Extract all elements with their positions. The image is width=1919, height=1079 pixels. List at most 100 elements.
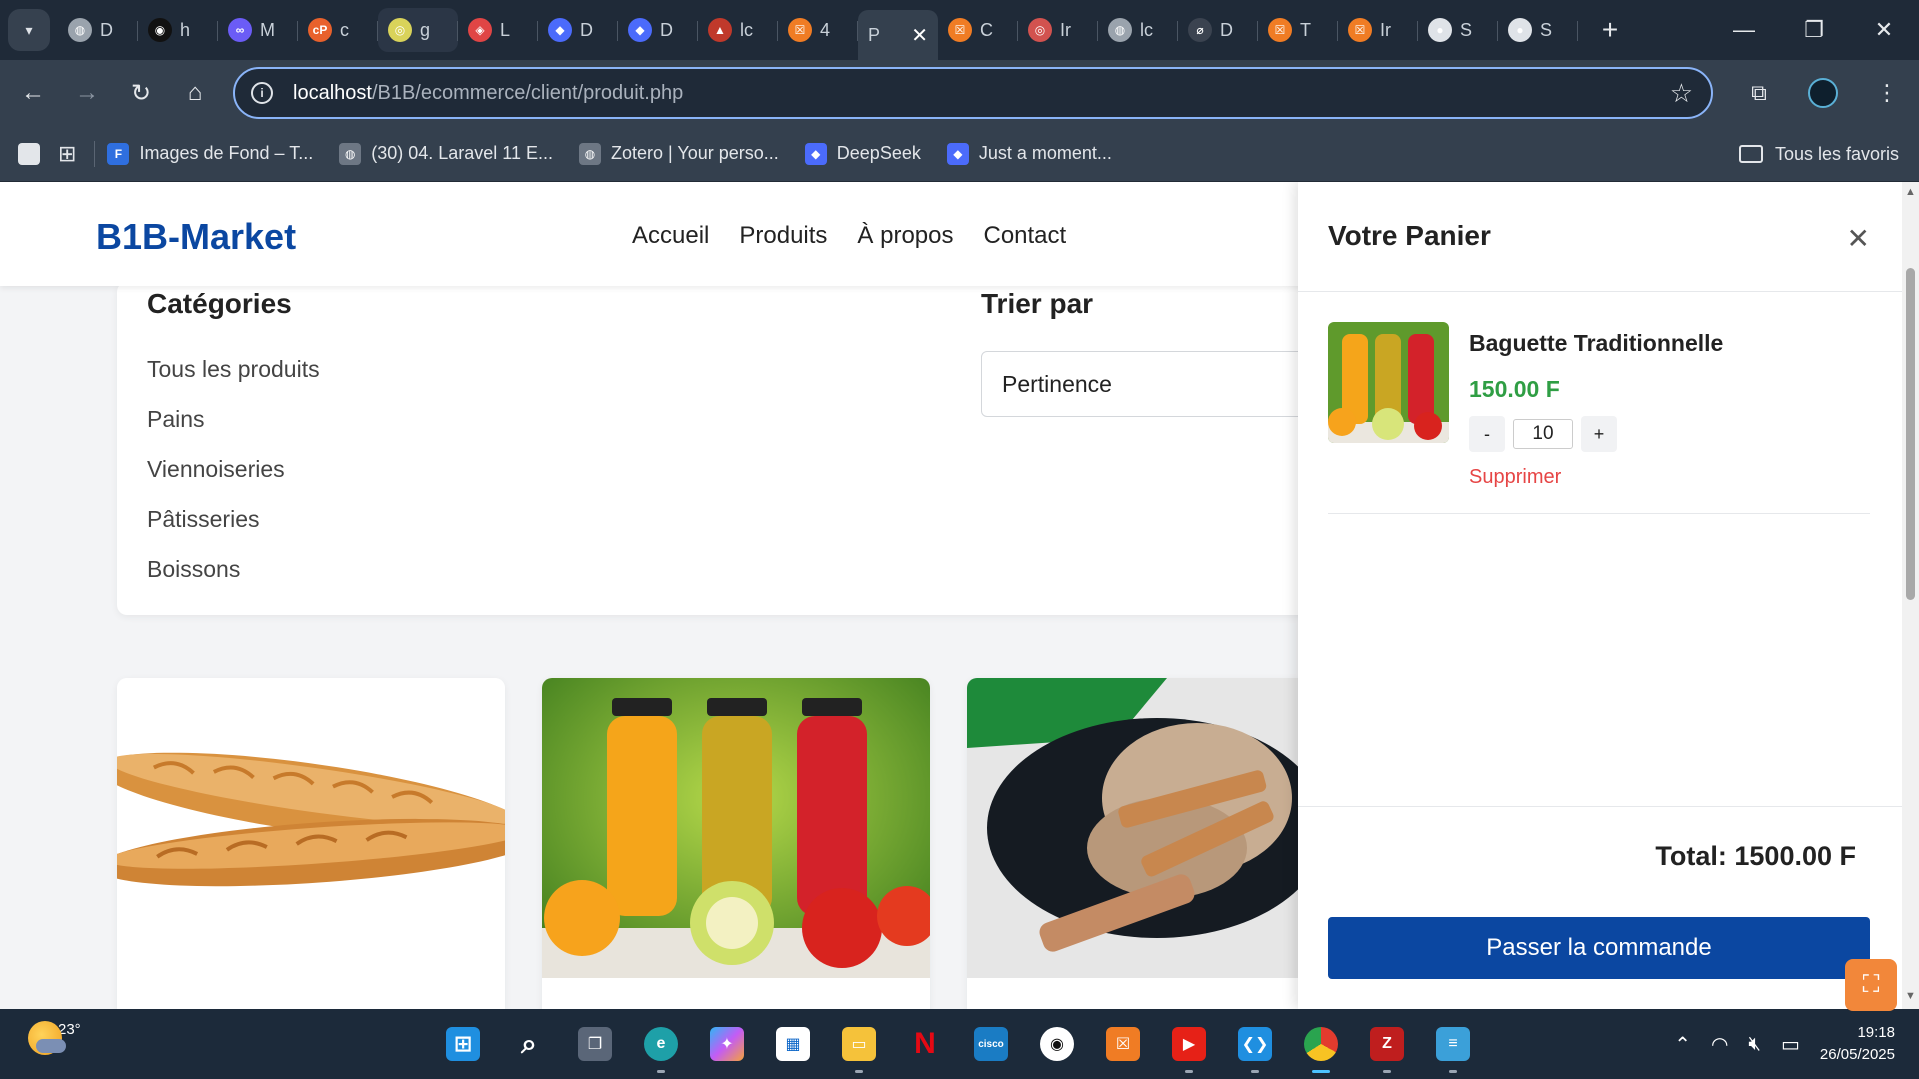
address-bar[interactable]: i localhost/B1B/ecommerce/client/produit…	[233, 67, 1713, 119]
volume-muted-icon[interactable]: 🔇︎	[1748, 1033, 1761, 1056]
tab-favicon-icon: ◍	[1108, 18, 1132, 42]
taskbar-github[interactable]: ◉	[1034, 1021, 1080, 1067]
wifi-icon[interactable]: ◠	[1711, 1032, 1728, 1057]
bookmark-favicon-icon: ◆	[946, 142, 969, 165]
tab-search-button[interactable]: ▾	[8, 9, 50, 51]
browser-tab[interactable]: ◍ D	[58, 8, 138, 52]
weather-icon	[28, 1021, 66, 1055]
start-button[interactable]: ⊞	[440, 1021, 486, 1067]
clock-time: 19:18	[1857, 1024, 1895, 1041]
taskbar-copilot[interactable]: ✦	[704, 1021, 750, 1067]
taskbar-chrome[interactable]	[1298, 1021, 1344, 1073]
nav-contact[interactable]: Contact	[983, 222, 1066, 250]
main-nav: Accueil Produits À propos Contact	[632, 222, 1066, 250]
menu-dots-icon[interactable]: ⋮	[1855, 80, 1919, 106]
back-arrow-icon[interactable]: ←	[6, 79, 60, 107]
home-icon[interactable]: ⌂	[168, 79, 222, 107]
tab-favicon-icon: ◈	[468, 18, 492, 42]
taskbar-notepad[interactable]: ≡	[1430, 1021, 1476, 1073]
browser-tab[interactable]: ⌀ D	[1178, 8, 1258, 52]
browser-tab[interactable]: ◍ lc	[1098, 8, 1178, 52]
nav-a-propos[interactable]: À propos	[857, 222, 953, 250]
remove-item-link[interactable]: Supprimer	[1469, 466, 1561, 489]
folder-icon	[1738, 145, 1763, 163]
bookmark-item[interactable]: F Images de Fond – T...	[107, 142, 313, 165]
increase-quantity-button[interactable]: +	[1581, 416, 1617, 452]
bookmark-item[interactable]: ◆ Just a moment...	[946, 142, 1112, 165]
taskbar-netflix[interactable]: N	[902, 1021, 948, 1067]
reload-icon[interactable]: ↻	[114, 79, 168, 108]
page-scrollbar[interactable]: ▲ ▼	[1902, 182, 1919, 1009]
browser-tab[interactable]: ◎ Ir	[1018, 8, 1098, 52]
vscode-icon: ❮❯	[1238, 1027, 1272, 1061]
screenshot-tool-icon[interactable]: ⛶	[1845, 959, 1897, 1011]
browser-tab[interactable]: ◆ D	[538, 8, 618, 52]
url-text[interactable]: localhost/B1B/ecommerce/client/produit.p…	[293, 82, 683, 105]
browser-tab[interactable]: ● S	[1418, 8, 1498, 52]
bookmark-item[interactable]: ◆ DeepSeek	[804, 142, 921, 165]
browser-tab[interactable]: ∞ M	[218, 8, 298, 52]
forward-arrow-icon[interactable]: →	[60, 79, 114, 107]
weather-widget[interactable]: 23°	[28, 1021, 81, 1055]
browser-tab[interactable]: ◎ g	[378, 8, 458, 52]
task-view-button[interactable]: ❐	[572, 1021, 618, 1067]
close-tab-icon[interactable]: ✕	[911, 23, 928, 48]
web-page: B1B-Market Accueil Produits À propos Con…	[0, 182, 1919, 1009]
bookmark-item[interactable]: ◍ Zotero | Your perso...	[579, 142, 779, 165]
tray-expand-icon[interactable]: ⌃	[1674, 1032, 1691, 1057]
site-logo[interactable]: B1B-Market	[96, 216, 296, 258]
all-bookmarks-folder[interactable]: Tous les favoris	[1738, 126, 1899, 182]
scroll-up-icon[interactable]: ▲	[1905, 186, 1916, 198]
browser-tab[interactable]: ☒ 4	[778, 8, 858, 52]
restore-icon[interactable]: ❐	[1779, 17, 1849, 43]
sidebar-panel-icon[interactable]	[18, 142, 40, 165]
taskbar-vscode[interactable]: ❮❯	[1232, 1021, 1278, 1073]
browser-tab[interactable]: P ✕	[858, 10, 938, 60]
browser-tab[interactable]: ☒ Ir	[1338, 8, 1418, 52]
checkout-button[interactable]: Passer la commande	[1328, 917, 1870, 979]
search-button[interactable]: ⌕	[506, 1021, 552, 1067]
taskbar-cisco[interactable]: cisco	[968, 1021, 1014, 1067]
quantity-input[interactable]: 10	[1513, 419, 1573, 449]
bookmark-item[interactable]: ◍ (30) 04. Laravel 11 E...	[339, 142, 553, 165]
taskbar-filezilla[interactable]: Z	[1364, 1021, 1410, 1073]
bookmark-star-icon[interactable]: ☆	[1670, 78, 1693, 109]
tab-favicon-icon: ☒	[1348, 18, 1372, 42]
nav-accueil[interactable]: Accueil	[632, 222, 709, 250]
clock-date: 26/05/2025	[1819, 1046, 1895, 1063]
taskbar-edge[interactable]: e	[638, 1021, 684, 1073]
profile-avatar[interactable]	[1808, 78, 1838, 108]
browser-tab[interactable]: ● S	[1498, 8, 1578, 52]
browser-tab[interactable]: ◉ h	[138, 8, 218, 52]
browser-tab[interactable]: ▲ lc	[698, 8, 778, 52]
github-icon: ◉	[1040, 1027, 1074, 1061]
folder-explorer-icon: ▭	[842, 1027, 876, 1061]
taskbar-store[interactable]: ▦	[770, 1021, 816, 1067]
browser-tab[interactable]: ☒ T	[1258, 8, 1338, 52]
browser-tab[interactable]: ◈ L	[458, 8, 538, 52]
browser-tab[interactable]: ☒ C	[938, 8, 1018, 52]
nav-produits[interactable]: Produits	[739, 222, 827, 250]
bookmark-favicon-icon: ◍	[339, 142, 362, 165]
close-icon[interactable]: ✕	[1847, 222, 1870, 255]
minimize-icon[interactable]: —	[1709, 17, 1779, 43]
battery-icon[interactable]: ▭	[1781, 1032, 1800, 1057]
tab-favicon-icon: ☒	[948, 18, 972, 42]
decrease-quantity-button[interactable]: -	[1469, 416, 1505, 452]
scroll-thumb[interactable]	[1906, 268, 1915, 600]
apps-grid-icon[interactable]: ⊞	[58, 141, 76, 167]
system-tray: ⌃ ◠ 🔇︎ ▭ 19:18 26/05/2025	[1674, 1009, 1919, 1079]
extensions-icon[interactable]: ⧉	[1727, 80, 1791, 106]
new-tab-button[interactable]: +	[1592, 14, 1628, 46]
site-info-icon[interactable]: i	[251, 82, 273, 104]
taskbar-xampp[interactable]: ☒	[1100, 1021, 1146, 1067]
close-window-icon[interactable]: ✕	[1849, 17, 1919, 43]
browser-tab[interactable]: cP c	[298, 8, 378, 52]
taskbar-youtube[interactable]: ▶	[1166, 1021, 1212, 1073]
scroll-down-icon[interactable]: ▼	[1905, 990, 1916, 1002]
taskbar-explorer[interactable]: ▭	[836, 1021, 882, 1073]
browser-tab[interactable]: ◆ D	[618, 8, 698, 52]
clock[interactable]: 19:18 26/05/2025	[1820, 1022, 1895, 1066]
tab-favicon-icon: ◆	[628, 18, 652, 42]
all-bookmarks-label: Tous les favoris	[1774, 143, 1899, 164]
